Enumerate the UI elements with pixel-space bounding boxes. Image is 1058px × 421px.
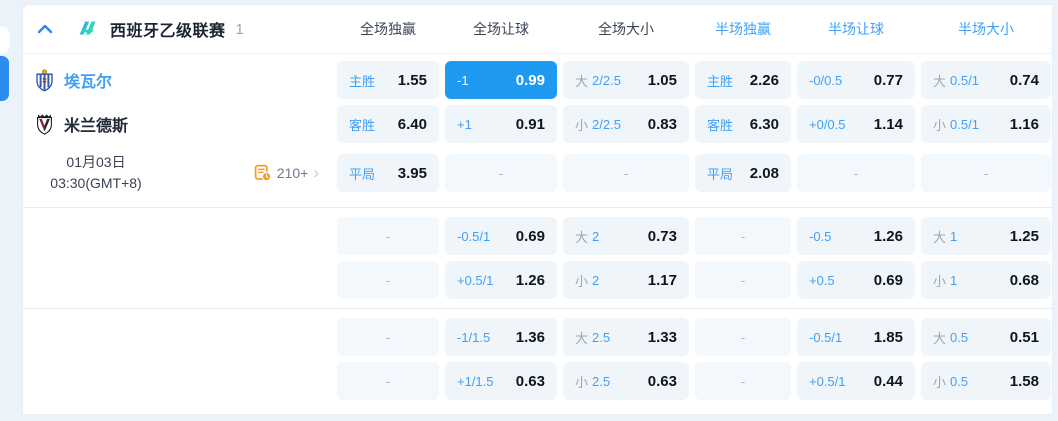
odds-cell-empty: - — [563, 154, 689, 192]
odds-cell[interactable]: -0/0.50.77 — [797, 61, 915, 99]
odds-cell[interactable]: 小2.50.63 — [563, 362, 689, 400]
odds-group: 埃瓦尔 主胜1.55-10.99大2/2.51.05主胜2.26-0/0.50.7… — [23, 54, 1052, 207]
odds-cell[interactable]: +1/1.50.63 — [445, 362, 557, 400]
odds-cell-empty: - — [797, 154, 915, 192]
more-markets-count: 210+ — [277, 165, 309, 181]
odds-cell[interactable]: +0.50.69 — [797, 261, 915, 299]
odds-cell[interactable]: 主胜2.26 — [695, 61, 791, 99]
odds-cell-empty: - — [337, 217, 439, 255]
odds-cell-empty: - — [337, 362, 439, 400]
odds-cell[interactable]: 客胜6.30 — [695, 105, 791, 143]
odds-cell-empty: - — [695, 318, 791, 356]
away-team-badge-icon — [35, 113, 54, 136]
odds-cell[interactable]: 小0.51.58 — [921, 362, 1051, 400]
odds-cell-selected[interactable]: -10.99 — [445, 61, 557, 99]
odds-cell[interactable]: 大11.25 — [921, 217, 1051, 255]
odds-cell-empty: - — [695, 217, 791, 255]
odds-cell[interactable]: 小10.68 — [921, 261, 1051, 299]
odds-cell[interactable]: +10.91 — [445, 105, 557, 143]
markets-list-icon — [254, 164, 272, 182]
team-name-home[interactable]: 埃瓦尔 — [64, 68, 112, 92]
odds-cell[interactable]: 平局3.95 — [337, 154, 439, 192]
chevron-right-icon: › — [313, 164, 319, 181]
odds-cell[interactable]: +0/0.51.14 — [797, 105, 915, 143]
odds-cell[interactable]: -0.51.26 — [797, 217, 915, 255]
league-header-row: 西班牙乙级联赛 1 全场独赢全场让球全场大小半场独赢半场让球半场大小 — [23, 5, 1052, 54]
team-name-away[interactable]: 米兰德斯 — [64, 112, 128, 136]
match-count: 1 — [236, 21, 244, 38]
odds-row: 米兰德斯 客胜6.40+10.91小2/2.50.83客胜6.30+0/0.51.… — [23, 102, 1052, 146]
odds-group: --1/1.51.36大2.51.33--0.5/11.85大0.50.51-+… — [23, 308, 1052, 409]
left-panel-notch — [0, 26, 10, 54]
column-headers: 全场独赢全场让球全场大小半场独赢半场让球半场大小 — [337, 19, 1053, 39]
collapse-chevron-up-icon[interactable] — [35, 19, 55, 39]
odds-row: -+0.5/11.26小21.17-+0.50.69小10.68 — [23, 258, 1052, 302]
column-header-3: 全场大小 — [563, 19, 689, 39]
odds-cell-empty: - — [337, 318, 439, 356]
odds-cell[interactable]: -0.5/10.69 — [445, 217, 557, 255]
odds-cell[interactable]: 客胜6.40 — [337, 105, 439, 143]
odds-row: 埃瓦尔 主胜1.55-10.99大2/2.51.05主胜2.26-0/0.50.7… — [23, 58, 1052, 102]
odds-groups: 埃瓦尔 主胜1.55-10.99大2/2.51.05主胜2.26-0/0.50.7… — [23, 54, 1052, 409]
odds-cell-empty: - — [921, 154, 1051, 192]
odds-row: -+1/1.50.63小2.50.63-+0.5/10.44小0.51.58 — [23, 359, 1052, 403]
odds-group: --0.5/10.69大20.73--0.51.26大11.25-+0.5/11… — [23, 207, 1052, 308]
more-markets-link[interactable]: 210+› — [254, 164, 319, 182]
odds-cell[interactable]: 平局2.08 — [695, 154, 791, 192]
odds-cell[interactable]: +0.5/10.44 — [797, 362, 915, 400]
odds-cell[interactable]: -1/1.51.36 — [445, 318, 557, 356]
odds-cell[interactable]: -0.5/11.85 — [797, 318, 915, 356]
odds-cell[interactable]: 小0.5/11.16 — [921, 105, 1051, 143]
odds-cell[interactable]: 小21.17 — [563, 261, 689, 299]
odds-cell[interactable]: +0.5/11.26 — [445, 261, 557, 299]
league-logo-icon — [77, 19, 98, 39]
odds-row: --0.5/10.69大20.73--0.51.26大11.25 — [23, 214, 1052, 258]
home-team-badge-icon — [35, 69, 54, 92]
column-header-2: 全场让球 — [445, 19, 557, 39]
column-header-6: 半场大小 — [921, 19, 1051, 39]
odds-row: 01月03日03:30(GMT+8) 210+›平局3.95--平局2.08-- — [23, 146, 1052, 203]
odds-cell-empty: - — [445, 154, 557, 192]
odds-row: --1/1.51.36大2.51.33--0.5/11.85大0.50.51 — [23, 315, 1052, 359]
odds-cell[interactable]: 大2.51.33 — [563, 318, 689, 356]
league-odds-card: 西班牙乙级联赛 1 全场独赢全场让球全场大小半场独赢半场让球半场大小 埃瓦尔 主胜… — [22, 4, 1053, 415]
column-header-5: 半场让球 — [797, 19, 915, 39]
column-header-4: 半场独赢 — [695, 19, 791, 39]
odds-cell-empty: - — [695, 362, 791, 400]
odds-cell[interactable]: 大20.73 — [563, 217, 689, 255]
odds-cell-empty: - — [695, 261, 791, 299]
odds-cell-empty: - — [337, 261, 439, 299]
odds-cell[interactable]: 主胜1.55 — [337, 61, 439, 99]
league-title: 西班牙乙级联赛 — [110, 17, 226, 41]
left-edge-button[interactable] — [0, 56, 9, 101]
odds-cell[interactable]: 小2/2.50.83 — [563, 105, 689, 143]
odds-cell[interactable]: 大0.5/10.74 — [921, 61, 1051, 99]
odds-cell[interactable]: 大2/2.51.05 — [563, 61, 689, 99]
column-header-1: 全场独赢 — [337, 19, 439, 39]
odds-cell[interactable]: 大0.50.51 — [921, 318, 1051, 356]
match-datetime: 01月03日03:30(GMT+8) — [31, 152, 161, 194]
